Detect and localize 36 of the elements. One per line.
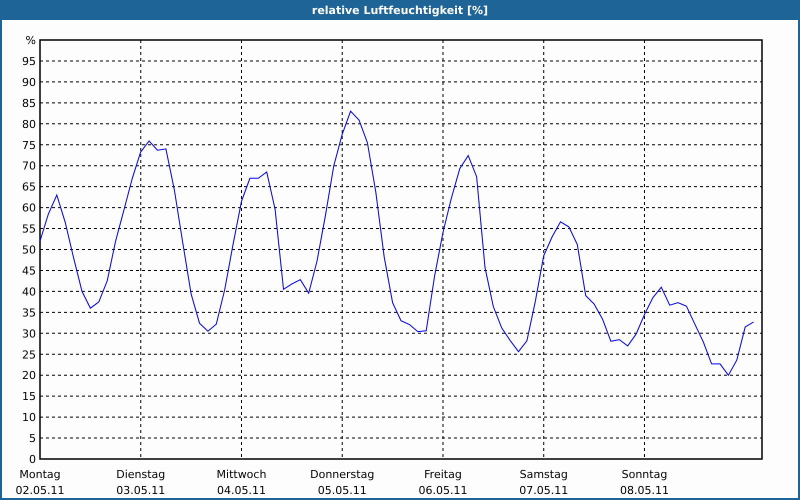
axis-tick-label: 45 — [22, 264, 36, 278]
axis-tick-label: 25 — [22, 348, 36, 362]
axis-tick-label: 55 — [22, 222, 36, 236]
axis-tick-label: 70 — [22, 160, 36, 173]
axis-tick-label: 35 — [22, 306, 36, 320]
axis-tick-label: 30 — [22, 327, 36, 340]
axis-tick-label: 80 — [22, 118, 36, 131]
date-label: 02.05.11 — [16, 484, 64, 497]
axis-tick-label: Samstag — [520, 468, 568, 481]
axis-tick-label: 60 — [22, 202, 36, 215]
axis-unit-label: % — [26, 34, 36, 47]
date-label: 06.05.11 — [418, 484, 468, 497]
axis-tick-label: Mittwoch — [216, 468, 266, 481]
date-label: 07.05.11 — [519, 484, 568, 497]
date-label: 08.05.11 — [620, 484, 669, 497]
axis-tick-label: 50 — [22, 244, 36, 256]
axis-tick-label: 20 — [22, 369, 36, 382]
date-label: 03.05.11 — [116, 484, 166, 497]
axis-tick-label: 15 — [22, 390, 36, 404]
axis-tick-label: 10 — [22, 411, 36, 424]
axis-tick-label: 85 — [22, 96, 36, 110]
date-label: 04.05.11 — [217, 484, 266, 497]
axis-tick-label: 0 — [29, 453, 36, 466]
axis-tick-label: Dienstag — [116, 468, 166, 481]
axis-tick-label: 65 — [22, 180, 36, 194]
axis-tick-label: Sonntag — [622, 468, 668, 481]
date-label: 05.05.11 — [318, 484, 367, 497]
axis-tick-label: Donnerstag — [310, 468, 374, 481]
axis-tick-label: 5 — [29, 432, 36, 446]
axis-tick-label: 40 — [22, 285, 36, 298]
axis-tick-label: 90 — [22, 76, 36, 89]
window-title: relative Luftfeuchtigkeit [%] — [312, 4, 488, 16]
axis-tick-label: Montag — [19, 468, 61, 481]
axis-tick-label: Freitag — [424, 468, 462, 481]
axis-tick-label: 95 — [22, 54, 36, 68]
axis-tick-label: 75 — [22, 138, 36, 152]
